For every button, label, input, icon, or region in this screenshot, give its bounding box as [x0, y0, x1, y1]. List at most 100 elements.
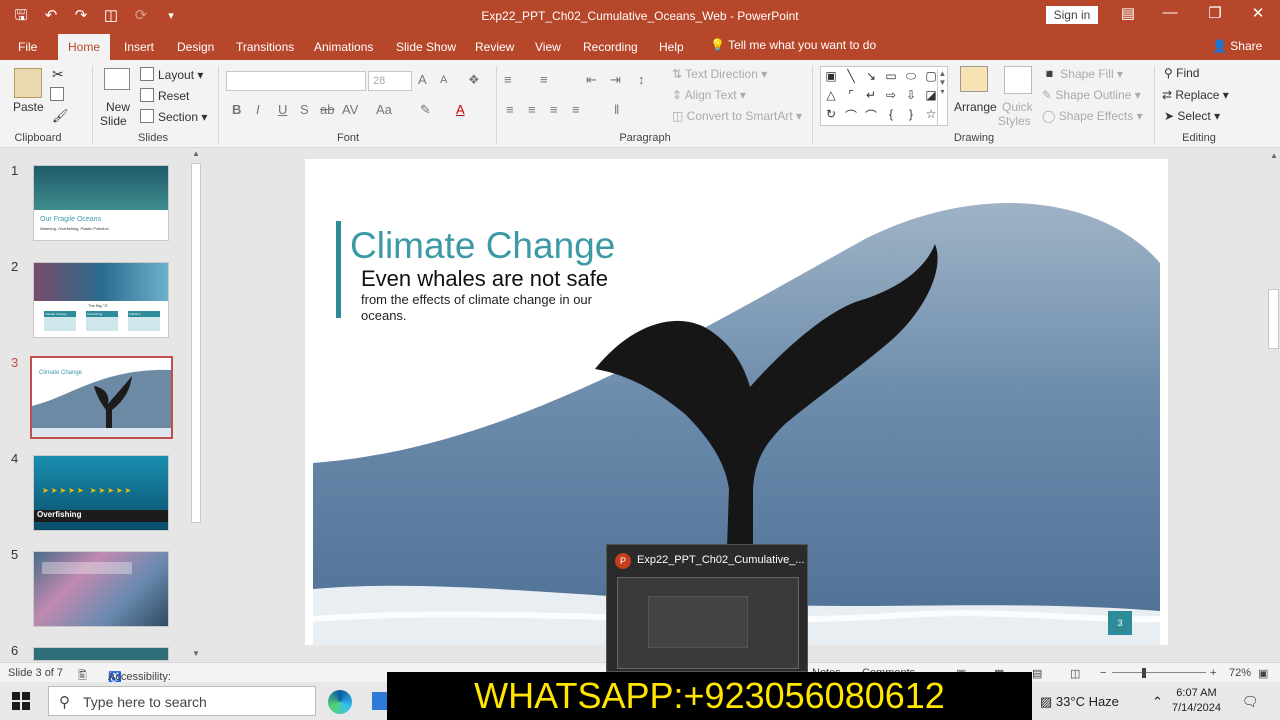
line-spacing-icon[interactable]: ↕ [638, 72, 645, 87]
zoom-level[interactable]: 72% [1229, 667, 1251, 679]
tell-me-search[interactable]: 💡 Tell me what you want to do [710, 38, 876, 52]
windows-start-icon[interactable] [12, 692, 30, 710]
change-case-button[interactable]: Aa [376, 102, 392, 117]
slide-thumbnail-1[interactable]: Our Fragile Oceans Warming, Overfishing,… [33, 165, 169, 241]
tab-transitions[interactable]: Transitions [236, 40, 294, 54]
slide-subtitle[interactable]: Even whales are not safe [361, 266, 608, 292]
oval-shape-icon[interactable]: ⬭ [903, 69, 919, 84]
bullets-icon[interactable]: ≡ [504, 72, 512, 87]
paste-icon[interactable] [14, 68, 42, 98]
tab-file[interactable]: File [18, 40, 37, 54]
curve-shape-icon[interactable]: ⌒ [843, 107, 859, 124]
zoom-slider-thumb[interactable] [1142, 668, 1146, 678]
layout-button[interactable]: Layout ▾ [140, 67, 203, 82]
shrink-font-button[interactable]: A [440, 74, 447, 86]
tray-chevron-icon[interactable]: ⌃ [1152, 694, 1163, 710]
canvas-scroll-thumb[interactable] [1268, 289, 1279, 349]
maximize-button[interactable]: ❐ [1203, 4, 1227, 22]
clear-format-icon[interactable]: ❖ [468, 72, 480, 88]
thumbnail-scroll-thumb[interactable] [191, 163, 201, 523]
font-name-combo[interactable] [226, 71, 366, 91]
new-slide-icon[interactable] [104, 68, 130, 90]
arc-shape-icon[interactable]: ⌒ [863, 107, 879, 124]
slide-body-text[interactable]: from the effects of climate change in ou… [361, 292, 621, 324]
shape-outline-button[interactable]: ✎ Shape Outline ▾ [1042, 88, 1141, 102]
tab-home[interactable]: Home [58, 34, 111, 60]
grow-font-button[interactable]: A [418, 72, 427, 87]
zoom-slider[interactable] [1112, 672, 1206, 673]
text-direction-button[interactable]: ⇅ Text Direction ▾ [672, 67, 767, 81]
preview-thumbnail[interactable] [617, 577, 799, 669]
slide-thumbnail-3[interactable]: Climate Change [30, 356, 173, 439]
align-right-icon[interactable]: ≡ [550, 102, 558, 117]
elbow-shape-icon[interactable]: ↵ [863, 88, 879, 102]
close-button[interactable]: ✕ [1246, 4, 1270, 22]
arrow-line-shape-icon[interactable]: ↘ [863, 69, 879, 83]
line-shape-icon[interactable]: ╲ [843, 69, 859, 83]
reset-button[interactable]: Reset [140, 88, 189, 103]
reading-view-icon[interactable]: ▤ [1032, 667, 1042, 680]
quick-styles-icon[interactable] [1004, 66, 1032, 94]
gallery-more-icon[interactable]: ▲ ▼ ▾ [937, 69, 947, 125]
slide-thumbnail-6[interactable] [33, 647, 169, 661]
rectangle-shape-icon[interactable]: ▭ [883, 69, 899, 83]
numbering-icon[interactable]: ≡ [540, 72, 548, 87]
font-color-icon[interactable]: A [456, 102, 465, 117]
shadow-button[interactable]: S [300, 102, 309, 117]
taskbar-window-preview[interactable]: P Exp22_PPT_Ch02_Cumulative_... [606, 544, 808, 672]
underline-button[interactable]: U [278, 102, 287, 117]
strikethrough-icon[interactable]: ab [320, 102, 334, 117]
slide-thumbnail-5[interactable] [33, 551, 169, 627]
arrange-icon[interactable] [960, 66, 988, 92]
tab-slide-show[interactable]: Slide Show [396, 40, 456, 54]
bold-button[interactable]: B [232, 102, 241, 117]
select-button[interactable]: ➤ Select ▾ [1164, 109, 1220, 123]
new-slide-label-2[interactable]: Slide [100, 114, 127, 128]
scroll-down-icon[interactable]: ▼ [192, 649, 200, 658]
decrease-indent-icon[interactable]: ⇤ [586, 72, 597, 88]
cut-icon[interactable]: ✂ [52, 66, 64, 83]
notification-icon[interactable]: 🗨 [1242, 694, 1259, 710]
char-spacing-button[interactable]: AV [342, 102, 358, 117]
replace-button[interactable]: ⇄ Replace ▾ [1162, 88, 1229, 102]
convert-smartart-button[interactable]: ◫ Convert to SmartArt ▾ [672, 109, 802, 123]
edge-browser-icon[interactable] [328, 690, 352, 714]
thumbnail-scrollbar[interactable]: ▲ ▼ [189, 149, 203, 662]
new-slide-label-1[interactable]: New [106, 100, 130, 114]
share-button[interactable]: 👤 Share [1212, 39, 1262, 53]
down-arrow-shape-icon[interactable]: ⇩ [903, 88, 919, 102]
shape-effects-button[interactable]: ◯ Shape Effects ▾ [1042, 109, 1143, 123]
right-arrow-shape-icon[interactable]: ⇨ [883, 88, 899, 102]
canvas-scroll-up-icon[interactable]: ▲ [1270, 151, 1278, 160]
scroll-up-icon[interactable]: ▲ [192, 149, 200, 158]
tab-animations[interactable]: Animations [314, 40, 373, 54]
format-painter-icon[interactable]: 🖌 [52, 108, 69, 124]
font-size-combo[interactable]: 28 [368, 71, 412, 91]
slideshow-view-icon[interactable]: ◫ [1070, 667, 1080, 680]
copy-icon[interactable] [50, 87, 68, 102]
taskbar-search-input[interactable]: ⚲ Type here to search [48, 686, 316, 716]
shape-fill-button[interactable]: ◾ Shape Fill ▾ [1042, 67, 1123, 81]
highlight-icon[interactable]: ✎ [420, 102, 431, 118]
paste-button[interactable]: Paste [13, 100, 44, 114]
align-text-button[interactable]: ⇕ Align Text ▾ [672, 88, 746, 102]
increase-indent-icon[interactable]: ⇥ [610, 72, 621, 88]
align-left-icon[interactable]: ≡ [506, 102, 514, 117]
minimize-button[interactable]: — [1158, 4, 1182, 21]
tab-help[interactable]: Help [659, 40, 684, 54]
freeform-shape-icon[interactable]: ↻ [823, 107, 839, 121]
justify-icon[interactable]: ≡ [572, 102, 580, 117]
slide-thumbnail-2[interactable]: The Big "3" Climate Change Overfishing P… [33, 262, 169, 338]
tab-design[interactable]: Design [177, 40, 214, 54]
quick-styles-label-1[interactable]: Quick [1002, 100, 1033, 114]
fit-slide-icon[interactable]: ▣ [1258, 667, 1268, 680]
slide-thumbnail-4[interactable]: ➤➤➤➤➤ ➤➤➤➤➤ Overfishing [33, 455, 169, 531]
arrange-button[interactable]: Arrange [954, 100, 997, 114]
brace-left-shape-icon[interactable]: { [883, 107, 899, 121]
italic-button[interactable]: I [256, 102, 260, 117]
zoom-in-icon[interactable]: + [1210, 667, 1216, 679]
zoom-out-icon[interactable]: − [1100, 667, 1106, 679]
slide-title[interactable]: Climate Change [350, 225, 615, 267]
textbox-shape-icon[interactable]: ▣ [823, 69, 839, 83]
weather-widget[interactable]: ▨ 33°C Haze [1040, 694, 1119, 710]
